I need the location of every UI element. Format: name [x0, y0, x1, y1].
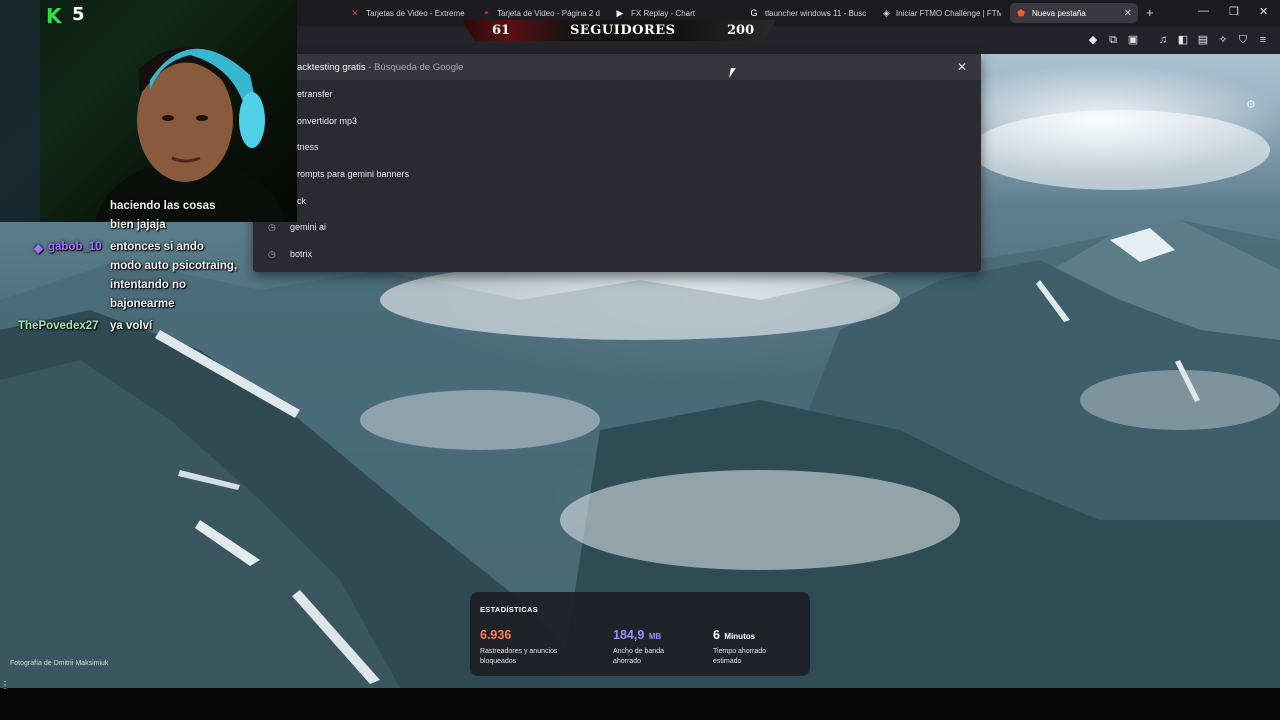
- stats-card: ESTADÍSTICAS 6.936 Rastreadores y anunci…: [470, 592, 810, 676]
- red-swirl-icon: ◓: [483, 8, 490, 18]
- stats-title: ESTADÍSTICAS: [480, 605, 539, 614]
- close-icon[interactable]: ✕: [957, 60, 967, 74]
- play-logo-icon: ▶: [616, 8, 624, 18]
- google-icon: G: [750, 8, 758, 18]
- suggestion-item[interactable]: ◷ botrix: [253, 241, 981, 267]
- stat-bandwidth-unit: MB: [648, 632, 662, 641]
- minimize-icon[interactable]: —: [1198, 5, 1209, 17]
- address-input[interactable]: acktesting gratis - Búsqueda de Google ✕: [253, 54, 981, 80]
- stat-bandwidth-label: Ancho de banda ahorrado: [613, 648, 664, 665]
- x-brand-icon: ✕: [351, 8, 359, 18]
- vpn-shield-icon[interactable]: ⛉: [1236, 33, 1250, 47]
- tab-label: tlauncher windows 11 - Busc: [765, 8, 867, 18]
- stat-bandwidth: 184,9 MB Ancho de banda ahorrado: [613, 626, 683, 667]
- stat-blocked-value: 6.936: [480, 628, 512, 642]
- suggestion-text: gemini ai: [290, 222, 327, 232]
- chat-username[interactable]: gabob_10: [48, 241, 102, 253]
- brave-rewards-icon[interactable]: ◆: [1086, 33, 1100, 47]
- webcam-overlay: K 5: [0, 0, 297, 222]
- menu-dots-icon[interactable]: ⋮: [0, 680, 10, 691]
- stat-blocked: 6.936 Rastreadores y anuncios bloqueados: [480, 626, 575, 667]
- suggestion-text: onvertidor mp3: [297, 116, 358, 126]
- screenshot-icon[interactable]: ▣: [1126, 33, 1140, 47]
- leo-ai-icon[interactable]: ✧: [1216, 33, 1230, 47]
- close-tab-icon[interactable]: ✕: [1124, 8, 1132, 19]
- suggestion-item[interactable]: ◷ gemini ai: [253, 214, 981, 240]
- kick-logo-icon: K: [46, 4, 62, 28]
- suggestion-text: botrix: [290, 249, 313, 259]
- menu-icon[interactable]: ≡: [1256, 33, 1270, 47]
- tab-label: Tarjetas de Video - Extreme: [366, 8, 465, 18]
- address-suffix: - Búsqueda de Google: [365, 61, 464, 73]
- chat-message: ya volví: [110, 320, 153, 332]
- extensions-icon[interactable]: ⧉: [1106, 33, 1120, 47]
- suggestion-text: rompts para gemini banners: [297, 169, 410, 179]
- stat-bandwidth-value: 184,9: [613, 628, 645, 642]
- wallet-icon[interactable]: ▤: [1196, 33, 1210, 47]
- photo-credit[interactable]: Fotografía de Dmitrii Maksimiuk: [10, 660, 108, 667]
- media-icon[interactable]: ♫: [1156, 33, 1170, 47]
- sidebar-icon[interactable]: ◧: [1176, 33, 1190, 47]
- close-window-icon[interactable]: ✕: [1259, 5, 1268, 18]
- suggestion-item[interactable]: ◷ rompts para gemini banners: [253, 161, 981, 187]
- followers-current: 61: [492, 23, 511, 38]
- tab-label: Tarjeta de Video - Página 2 d: [496, 8, 600, 18]
- stat-time-unit: Minutos: [724, 632, 756, 641]
- stat-time-label: Tiempo ahorrado estimado: [713, 648, 767, 665]
- tab-label: Iniciar FTMO Challenge | FTM: [895, 8, 1001, 18]
- tab-label: Nueva pestaña: [1032, 8, 1086, 18]
- address-dropdown: acktesting gratis - Búsqueda de Google ✕…: [253, 54, 981, 272]
- tab-ftmo[interactable]: ◈ Iniciar FTMO Challenge | FTM: [877, 3, 1001, 23]
- suggestion-text: ck: [297, 196, 306, 206]
- chat-message: modo auto psicotraing,: [110, 260, 238, 272]
- followers-goal: 200: [727, 23, 755, 38]
- history-icon: ◷: [268, 221, 276, 232]
- suggestion-item[interactable]: ◷ tness: [253, 134, 981, 160]
- followers-goal-banner: 61 SEGUIDORES 200: [462, 20, 776, 41]
- suggestion-text: etransfer: [297, 89, 333, 99]
- brave-icon: ⬟: [1017, 8, 1025, 18]
- toolbar-icons: ◆ ⧉ ▣ ♫ ◧ ▤ ✧ ⛉ ≡: [1086, 33, 1270, 47]
- followers-label: SEGUIDORES: [570, 23, 676, 38]
- tab-tarjetas-video[interactable]: ✕ Tarjetas de Video - Extreme: [344, 3, 466, 23]
- suggestion-item[interactable]: ◷ ck: [253, 188, 981, 214]
- gear-icon[interactable]: ⚙: [1246, 98, 1256, 111]
- history-icon: ◷: [268, 248, 276, 259]
- stat-time-value: 6: [713, 628, 720, 642]
- chat-message: bajonearme: [110, 298, 175, 310]
- address-text: acktesting gratis - Búsqueda de Google: [297, 62, 463, 73]
- chat-username[interactable]: ThePovedex27: [18, 320, 99, 332]
- suggestion-item[interactable]: ◷ onvertidor mp3: [253, 108, 981, 134]
- new-tab-icon[interactable]: +: [1146, 5, 1154, 20]
- chat-badge-icon: ◆: [34, 243, 43, 255]
- chat-message: haciendo las cosas: [110, 200, 216, 212]
- chat-message: entonces si ando: [110, 241, 204, 253]
- stat-blocked-label: Rastreadores y anuncios bloqueados: [480, 648, 558, 665]
- suggestion-text: tness: [297, 142, 319, 152]
- ftmo-icon: ◈: [883, 8, 890, 18]
- taskbar-strip: [0, 688, 1280, 720]
- viewer-count: 5: [72, 4, 85, 25]
- chat-message: intentando no: [110, 279, 187, 291]
- suggestion-item[interactable]: ◷ etransfer: [253, 81, 981, 107]
- restore-icon[interactable]: ❐: [1229, 5, 1239, 18]
- address-typed: acktesting gratis: [297, 61, 366, 73]
- tab-nueva-pestana[interactable]: ⬟ Nueva pestaña ✕: [1010, 3, 1138, 23]
- chat-message: bien jajaja: [110, 219, 166, 231]
- tab-label: FX Replay - Chart: [631, 8, 696, 18]
- stat-time: 6 Minutos Tiempo ahorrado estimado: [713, 626, 783, 667]
